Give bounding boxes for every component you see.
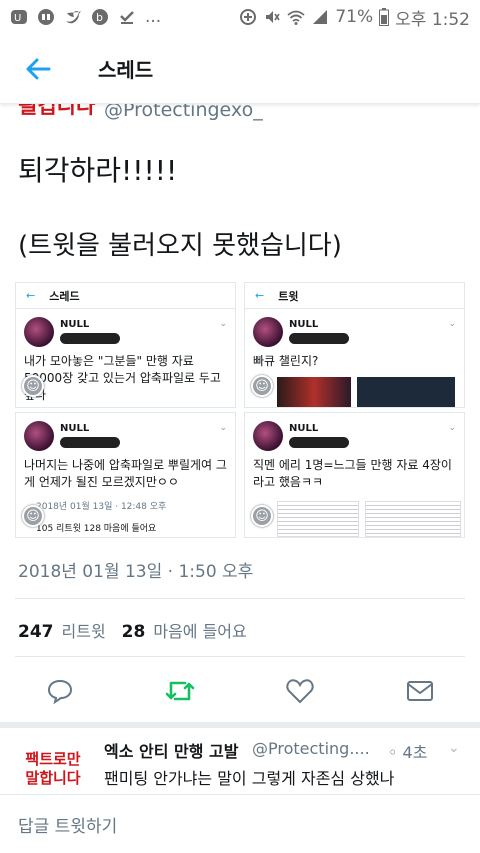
tweet-timestamp: 2018년 01월 13일 · 1:50 오후: [18, 562, 254, 582]
back-arrow-icon: ←: [26, 289, 36, 302]
user-name: NULL: [60, 423, 90, 434]
reply-composer[interactable]: 답글 트윗하기: [0, 794, 480, 853]
twitter-bird-icon: [66, 11, 81, 24]
redacted-handle: [289, 437, 349, 448]
avatar: [24, 421, 54, 451]
like-count[interactable]: 28: [122, 622, 146, 642]
emoji-sticker-icon: ☺: [22, 375, 44, 397]
embedded-photo: [357, 377, 455, 407]
svg-text:U: U: [14, 13, 21, 24]
reply-button[interactable]: [45, 676, 75, 706]
notification-app-icon: U: [11, 10, 27, 24]
notification-app-icon: b: [92, 9, 108, 25]
reply-user-handle[interactable]: @Protecting....: [252, 739, 370, 758]
media-image-1[interactable]: ← 스레드 NULL ⌄ 내가 모아놓은 "그분들" 만행 자료 50000장 갖…: [15, 282, 236, 408]
reply-avatar-text[interactable]: 팩트로만 말합니다: [16, 750, 90, 788]
reply-user-name[interactable]: 엑소 안티 만행 고발: [104, 738, 238, 762]
status-bar: U b ... 71% 오후 1:52: [0, 0, 480, 34]
media-date: 2018년 01월 13일 · 12:48 오후: [36, 502, 167, 512]
heart-icon: [286, 679, 314, 704]
retweet-button[interactable]: [165, 676, 195, 706]
embedded-photo: [277, 501, 359, 537]
app-bar: 스레드: [0, 34, 480, 104]
like-button[interactable]: [285, 676, 315, 706]
media-text: 빠큐 챌린지?: [253, 354, 319, 368]
media-header: 트윗: [278, 289, 299, 303]
embedded-photo: [365, 501, 461, 537]
media-text: 나머지는 나중에 압축파일로 뿌릴게여 그게 언제가 될진 모르겠지만ㅇㅇ: [24, 458, 227, 489]
tweet-unavailable-text: (트윗을 불러오지 못했습니다): [18, 231, 342, 261]
download-done-icon: [120, 11, 134, 24]
reply-icon: [47, 679, 73, 704]
chevron-down-icon: ⌄: [448, 423, 456, 433]
mute-icon: [266, 11, 281, 23]
retweet-label[interactable]: 리트윗: [62, 618, 106, 642]
avatar: [253, 317, 283, 347]
retweet-count[interactable]: 247: [18, 622, 54, 642]
reply-input-placeholder[interactable]: 답글 트윗하기: [18, 812, 117, 837]
retweet-icon: [165, 681, 195, 701]
user-name: NULL: [60, 319, 90, 330]
reply-timestamp: ◦ 4초: [388, 743, 428, 762]
emoji-sticker-icon: ☺: [251, 505, 273, 527]
direct-message-button[interactable]: [405, 676, 435, 706]
embedded-photo: [277, 377, 351, 407]
emoji-sticker-icon: ☺: [251, 375, 273, 397]
signal-icon: [313, 10, 328, 24]
user-name: NULL: [289, 423, 319, 434]
chevron-down-icon: ⌄: [219, 319, 227, 329]
like-label[interactable]: 마음에 들어요: [153, 618, 246, 642]
media-image-2[interactable]: ← 트윗 NULL ⌄ 빠큐 챌린지? ☺: [244, 282, 465, 408]
reply-tweet[interactable]: 팩트로만 말합니다 엑소 안티 만행 고발 @Protecting.... ◦ …: [0, 728, 480, 794]
envelope-icon: [407, 681, 433, 701]
battery-percent: 71%: [335, 7, 374, 27]
media-image-4[interactable]: NULL ⌄ 직멘 에리 1명=느그들 만행 자료 4장이라고 했음ㅋㅋ ☺: [244, 412, 465, 538]
battery-icon: [379, 8, 390, 26]
divider: [15, 598, 465, 599]
media-image-3[interactable]: NULL ⌄ 나머지는 나중에 압축파일로 뿌릴게여 그게 언제가 될진 모르겠…: [15, 412, 236, 538]
media-text: 직멘 에리 1명=느그들 만행 자료 4장이라고 했음ㅋㅋ: [253, 458, 452, 489]
media-header: 스레드: [49, 289, 80, 303]
tweet-media-grid[interactable]: ← 스레드 NULL ⌄ 내가 모아놓은 "그분들" 만행 자료 50000장 갖…: [15, 282, 465, 538]
page-title: 스레드: [98, 58, 154, 82]
redacted-handle: [289, 333, 349, 344]
emoji-sticker-icon: ☺: [22, 505, 44, 527]
chevron-down-icon[interactable]: ⌄: [448, 740, 460, 756]
media-text: 내가 모아놓은 "그분들" 만행 자료 50000장 갖고 있는거 압축파일로 …: [24, 354, 221, 402]
redacted-handle: [60, 437, 120, 448]
data-saver-icon: [240, 9, 257, 25]
avatar: [253, 421, 283, 451]
tweet-stats: 247 리트윗 28 마음에 들어요: [18, 618, 247, 642]
tweet-actions: [0, 668, 480, 714]
reply-text: 팬미팅 안가냐는 말이 그렇게 자존심 상했나: [104, 769, 395, 788]
back-arrow-icon: ←: [255, 289, 265, 302]
svg-text:b: b: [96, 11, 103, 24]
divider: [15, 656, 465, 657]
media-stats: 105 리트윗 128 마음에 들어요: [36, 524, 157, 534]
back-button[interactable]: [8, 34, 68, 104]
clock: 오후 1:52: [395, 9, 470, 30]
more-notifications: ...: [145, 7, 162, 27]
avatar: [24, 317, 54, 347]
tweet-text: 퇴각하라!!!!!: [18, 154, 178, 187]
user-name: NULL: [289, 319, 319, 330]
notification-app-icon: [38, 9, 54, 25]
chevron-down-icon: ⌄: [219, 423, 227, 433]
back-arrow-icon: [26, 58, 51, 79]
redacted-handle: [60, 333, 120, 344]
wifi-icon: [287, 10, 305, 25]
chevron-down-icon: ⌄: [448, 319, 456, 329]
